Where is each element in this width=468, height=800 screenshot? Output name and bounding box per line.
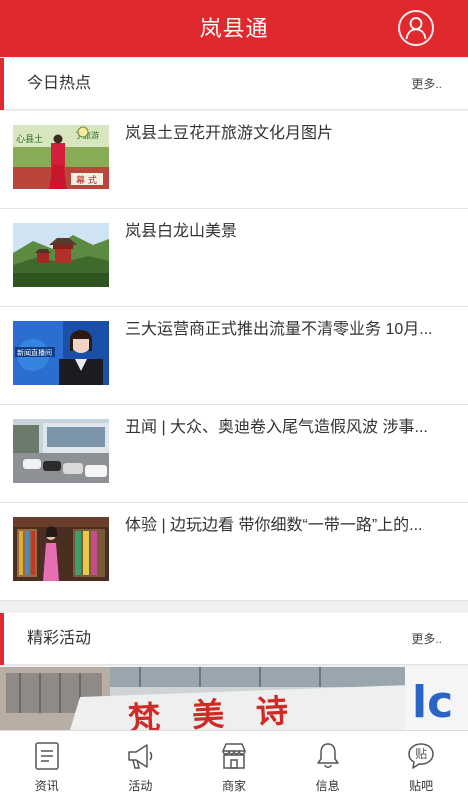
hot-news-title: 今日热点 <box>27 75 92 92</box>
svg-text:新闻直播间: 新闻直播间 <box>17 348 52 357</box>
activity-title: 精彩活动 <box>27 630 92 647</box>
mountain-pavilion-photo <box>13 223 109 287</box>
tab-activity-label: 活动 <box>128 779 153 793</box>
shop-woman-photo <box>13 517 109 581</box>
svg-text:lc: lc <box>412 677 453 728</box>
section-accent-bar <box>0 613 4 665</box>
hot-news-more-link[interactable]: 更多.. <box>411 58 442 110</box>
forum-bubble-icon: 贴 <box>406 741 436 771</box>
activity-banner[interactable]: lc 梵美诗 <box>0 667 468 730</box>
news-icon <box>32 741 62 771</box>
news-item[interactable]: 体验 | 边玩边看 带你细数“一带一路”上的... <box>0 503 468 601</box>
news-item[interactable]: 新闻直播间 三大运营商正式推出流量不清零业务 10月... <box>0 307 468 405</box>
news-headline: 体验 | 边玩边看 带你细数“一带一路”上的... <box>125 517 423 534</box>
tab-merchants-label: 商家 <box>221 779 246 793</box>
tab-info[interactable]: 信息 <box>281 731 375 800</box>
tab-activity[interactable]: 活动 <box>94 731 188 800</box>
tab-news[interactable]: 资讯 <box>0 731 94 800</box>
car-lot-photo <box>13 419 109 483</box>
news-list: 心县土 了旅游 幕 式 岚县土豆花开旅游文化月图片 <box>0 111 468 601</box>
tab-info-label: 信息 <box>315 779 340 793</box>
bell-icon <box>313 741 343 771</box>
bottom-tab-bar: 资讯 活动 商家 信息 贴 贴吧 <box>0 730 468 800</box>
app-screen: 岚县通 今日热点 更多.. 心县土 了旅游 <box>0 0 468 800</box>
forum-bubble-char: 贴 <box>415 747 428 761</box>
news-headline: 三大运营商正式推出流量不清零业务 10月... <box>125 321 433 338</box>
festival-stage-photo: 心县土 了旅游 幕 式 <box>13 125 109 189</box>
news-headline: 岚县土豆花开旅游文化月图片 <box>125 125 334 142</box>
activity-header: 精彩活动 更多.. <box>0 613 468 665</box>
news-item[interactable]: 岚县白龙山美景 <box>0 209 468 307</box>
news-item[interactable]: 丑闻 | 大众、奥迪卷入尾气造假风波 涉事... <box>0 405 468 503</box>
news-headline: 岚县白龙山美景 <box>125 223 238 240</box>
user-icon <box>405 17 427 40</box>
news-anchor-photo: 新闻直播间 <box>13 321 109 385</box>
tab-forum[interactable]: 贴 贴吧 <box>374 731 468 800</box>
tab-merchants[interactable]: 商家 <box>187 731 281 800</box>
top-bar: 岚县通 <box>0 0 468 57</box>
activity-more-link[interactable]: 更多.. <box>411 613 442 665</box>
hot-news-header: 今日热点 更多.. <box>0 58 468 110</box>
svg-text:幕 式: 幕 式 <box>76 174 97 186</box>
news-item[interactable]: 心县土 了旅游 幕 式 岚县土豆花开旅游文化月图片 <box>0 111 468 209</box>
section-accent-bar <box>0 58 4 110</box>
megaphone-icon <box>125 741 155 771</box>
user-profile-button[interactable] <box>398 10 434 46</box>
tab-news-label: 资讯 <box>34 779 59 793</box>
news-headline: 丑闻 | 大众、奥迪卷入尾气造假风波 涉事... <box>125 419 428 436</box>
shop-icon <box>219 741 249 771</box>
svg-text:心县土: 心县土 <box>16 133 43 145</box>
tab-forum-label: 贴吧 <box>409 779 434 793</box>
